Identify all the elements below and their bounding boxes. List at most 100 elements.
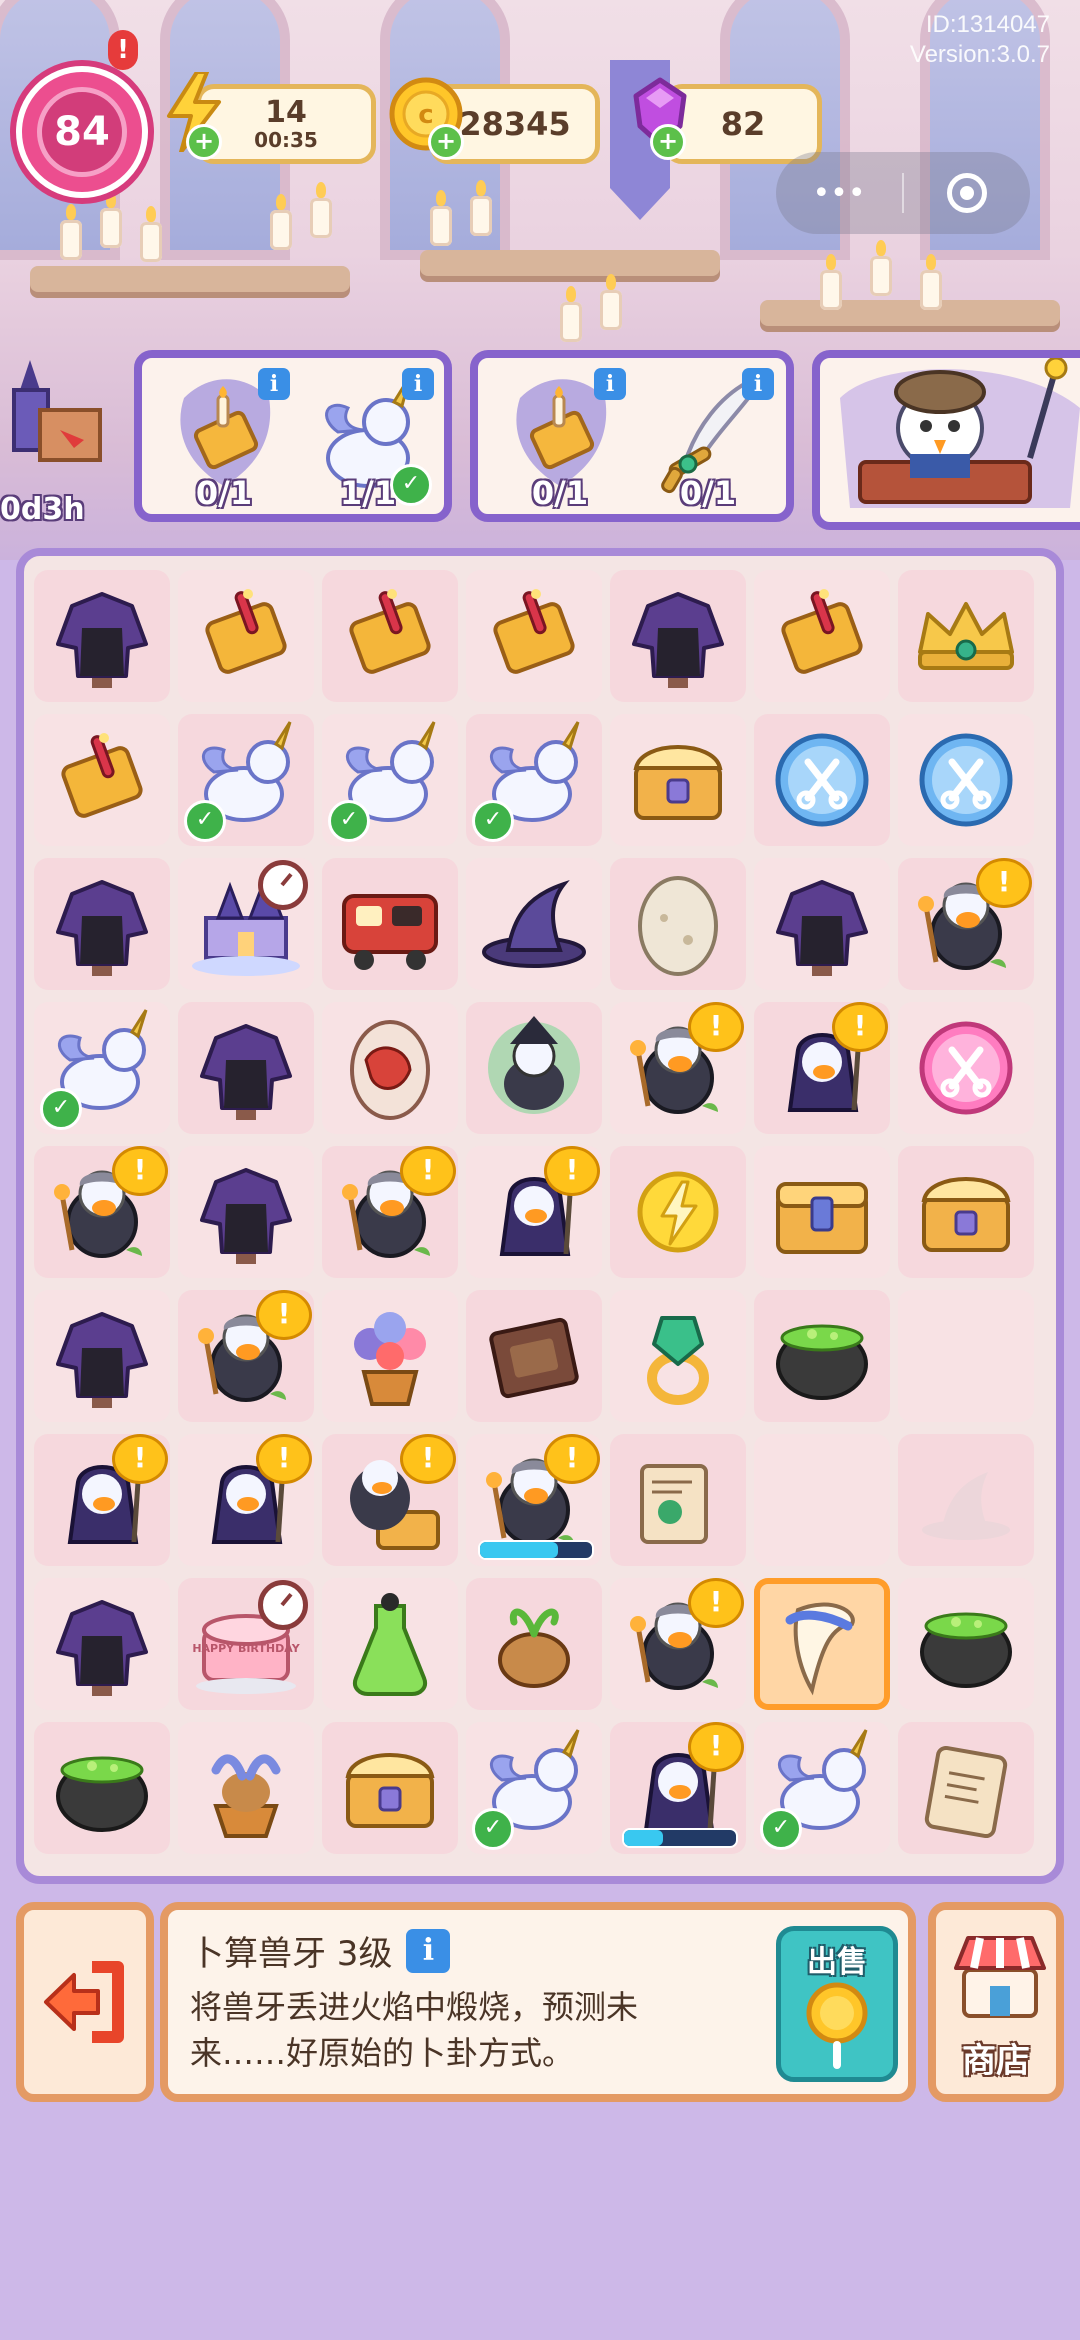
board-cell[interactable] [898, 1146, 1034, 1278]
chocolate-icon[interactable] [474, 1298, 594, 1414]
robe-icon[interactable] [762, 866, 882, 982]
info-button[interactable]: i [402, 368, 434, 400]
ghost-hat-icon[interactable] [906, 1442, 1026, 1558]
witch-orb-icon[interactable] [474, 1010, 594, 1126]
board-cell[interactable]: ! [34, 1146, 170, 1278]
board-cell[interactable] [178, 1002, 314, 1134]
scissors-blue-icon[interactable] [906, 722, 1026, 838]
close-mini-program-button[interactable] [904, 152, 1030, 234]
board-cell[interactable]: ! [466, 1434, 602, 1566]
board-cell[interactable]: ✓ [178, 714, 314, 846]
scissors-pink-icon[interactable] [906, 1010, 1026, 1126]
board-cell[interactable]: ! [34, 1434, 170, 1566]
board-cell[interactable] [610, 714, 746, 846]
chest-icon[interactable] [330, 1730, 450, 1846]
scissors-blue-icon[interactable] [762, 722, 882, 838]
board-cell[interactable] [322, 1290, 458, 1422]
order-card[interactable]: 0/1 i 1/1 i ✓ [134, 350, 452, 522]
dragon-egg-icon[interactable] [330, 1010, 450, 1126]
board-cell[interactable]: ✓ [322, 714, 458, 846]
board-cell[interactable] [610, 1290, 746, 1422]
board-cell[interactable] [466, 1578, 602, 1710]
board-cell[interactable] [322, 1002, 458, 1134]
cauldron-icon[interactable] [762, 1298, 882, 1414]
chest-icon[interactable] [906, 1154, 1026, 1270]
robe-icon[interactable] [42, 578, 162, 694]
scroll-icon[interactable] [42, 722, 162, 838]
robe-icon[interactable] [186, 1010, 306, 1126]
board-cell[interactable]: ✓ [34, 1002, 170, 1134]
board-cell[interactable] [898, 714, 1034, 846]
board-cell[interactable] [34, 570, 170, 702]
info-button[interactable]: i [594, 368, 626, 400]
order-slot[interactable]: 0/1 i [638, 368, 778, 512]
fang-icon[interactable] [762, 1586, 882, 1702]
board-cell[interactable] [754, 858, 890, 990]
board-cell[interactable]: ✓ [466, 714, 602, 846]
crown-icon[interactable] [906, 578, 1026, 694]
board-cell[interactable]: ! [322, 1146, 458, 1278]
energy-coin-icon[interactable] [618, 1154, 738, 1270]
train-icon[interactable] [330, 866, 450, 982]
board-cell[interactable] [34, 858, 170, 990]
mandrake-icon[interactable] [474, 1586, 594, 1702]
board-cell[interactable] [898, 1290, 1034, 1422]
order-slot[interactable]: 0/1 i [154, 368, 294, 512]
exit-button[interactable] [16, 1902, 154, 2102]
board-cell[interactable]: ! [610, 1002, 746, 1134]
board-cell[interactable]: ! [466, 1146, 602, 1278]
board-cell[interactable] [178, 1722, 314, 1854]
board-cell[interactable] [610, 1146, 746, 1278]
board-cell[interactable] [898, 1002, 1034, 1134]
add-coins-button[interactable]: + [428, 124, 464, 160]
order-slot[interactable]: 1/1 i ✓ [298, 368, 438, 512]
board-cell[interactable]: HAPPY BIRTHDAY [178, 1578, 314, 1710]
board-cell[interactable] [610, 858, 746, 990]
chest-icon[interactable] [618, 722, 738, 838]
order-card[interactable]: 0/1 i 0/1 i [470, 350, 794, 522]
order-slot[interactable]: 0/1 i [490, 368, 630, 512]
scroll-icon[interactable] [762, 578, 882, 694]
ring-icon[interactable] [618, 1298, 738, 1414]
board-cell[interactable] [754, 1146, 890, 1278]
board-cell[interactable] [898, 1722, 1034, 1854]
board-cell[interactable] [610, 570, 746, 702]
board-cell[interactable]: ! [322, 1434, 458, 1566]
board-cell[interactable] [178, 1146, 314, 1278]
cauldron-icon[interactable] [42, 1730, 162, 1846]
board-cell[interactable]: ! [610, 1578, 746, 1710]
mandrake-pot-icon[interactable] [186, 1730, 306, 1846]
board-cell[interactable]: ! [898, 858, 1034, 990]
robe-icon[interactable] [42, 1586, 162, 1702]
board-cell[interactable] [754, 714, 890, 846]
chest-closed-icon[interactable] [762, 1154, 882, 1270]
board-cell[interactable]: ! [754, 1002, 890, 1134]
add-energy-button[interactable]: + [186, 124, 222, 160]
scroll-icon[interactable] [474, 578, 594, 694]
board-cell[interactable] [34, 1578, 170, 1710]
board-cell[interactable] [178, 858, 314, 990]
board-cell[interactable] [322, 1578, 458, 1710]
cauldron-icon[interactable] [906, 1586, 1026, 1702]
board-cell[interactable] [898, 1578, 1034, 1710]
info-button[interactable]: i [742, 368, 774, 400]
hat-icon[interactable] [474, 866, 594, 982]
customer-owl-card[interactable] [812, 350, 1080, 530]
board-cell[interactable] [34, 1722, 170, 1854]
board-cell[interactable] [898, 570, 1034, 702]
board-cell[interactable] [754, 1434, 890, 1566]
board-cell[interactable] [322, 858, 458, 990]
board-cell[interactable] [178, 570, 314, 702]
board-cell[interactable] [466, 1002, 602, 1134]
scroll-icon[interactable] [186, 578, 306, 694]
map-roll-icon[interactable] [906, 1730, 1026, 1846]
board-cell[interactable] [754, 1578, 890, 1710]
map-icon[interactable] [618, 1442, 738, 1558]
add-gems-button[interactable]: + [650, 124, 686, 160]
flower-pot-icon[interactable] [330, 1298, 450, 1414]
board-cell[interactable] [754, 570, 890, 702]
scroll-icon[interactable] [330, 578, 450, 694]
more-menu-button[interactable]: ••• [776, 152, 902, 234]
board-cell[interactable] [466, 570, 602, 702]
board-cell[interactable] [898, 1434, 1034, 1566]
